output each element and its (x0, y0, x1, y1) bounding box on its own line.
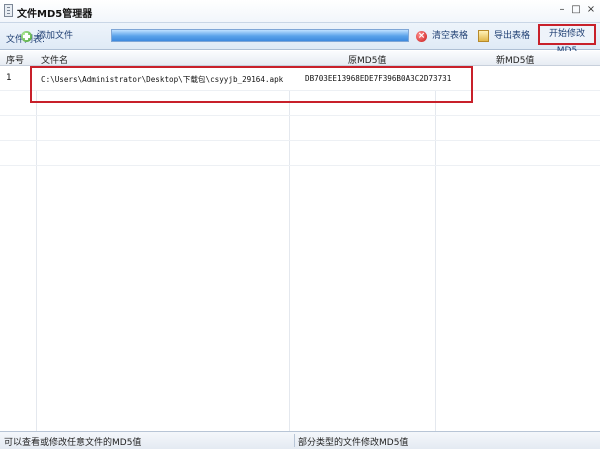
md5-manager-window: 文件MD5管理器 – □ × 文件列表: 添加文件 × 清空表格 导出表格 开始… (0, 0, 600, 449)
progress-bar (111, 29, 409, 42)
minimize-button[interactable]: – (555, 3, 569, 17)
table-row[interactable]: 1 C:\Users\Administrator\Desktop\下载包\csy… (0, 66, 600, 91)
toolbar: 文件列表: 添加文件 × 清空表格 导出表格 (0, 23, 600, 50)
clear-table-label: 清空表格 (432, 31, 469, 41)
start-modify-md5-button[interactable]: 开始修改MD5 (538, 24, 596, 56)
clear-table-button[interactable]: × 清空表格 (416, 27, 468, 45)
add-file-button[interactable]: 添加文件 (21, 27, 73, 45)
close-button[interactable]: × (584, 3, 598, 17)
column-header-seq[interactable]: 序号 (6, 53, 24, 66)
title-bar: 文件MD5管理器 – □ × (0, 0, 600, 23)
clear-icon: × (416, 30, 427, 42)
export-table-button[interactable]: 导出表格 (478, 27, 530, 45)
export-icon (478, 30, 489, 42)
maximize-button[interactable]: □ (569, 3, 583, 17)
plus-circle-icon (21, 30, 32, 42)
table-row-empty (0, 141, 600, 166)
row-file-name: C:\Users\Administrator\Desktop\下载包\csyyj… (41, 75, 284, 84)
table-row-empty (0, 116, 600, 141)
status-right-text: 部分类型的文件修改MD5值 (298, 438, 409, 448)
status-left-text: 可以查看或修改任意文件的MD5值 (4, 438, 142, 448)
table-row-empty (0, 91, 600, 116)
window-title: 文件MD5管理器 (17, 9, 93, 20)
add-file-label: 添加文件 (37, 31, 74, 41)
column-header-file-name[interactable]: 文件名 (41, 53, 68, 66)
status-divider (294, 434, 295, 447)
column-header-new-md5[interactable]: 新MD5值 (496, 53, 534, 66)
file-table: 序号 文件名 原MD5值 新MD5值 1 C:\Users\Administra… (0, 51, 600, 431)
status-bar: 可以查看或修改任意文件的MD5值 部分类型的文件修改MD5值 (0, 431, 600, 449)
row-seq: 1 (6, 73, 12, 83)
progress-fill (112, 30, 408, 41)
row-original-md5: DB703EE13968EDE7F396B0A3C2D73731 (305, 74, 452, 83)
table-header: 序号 文件名 原MD5值 新MD5值 (0, 51, 600, 66)
export-table-label: 导出表格 (494, 31, 531, 41)
app-icon (4, 4, 13, 17)
column-header-original-md5[interactable]: 原MD5值 (348, 53, 386, 66)
